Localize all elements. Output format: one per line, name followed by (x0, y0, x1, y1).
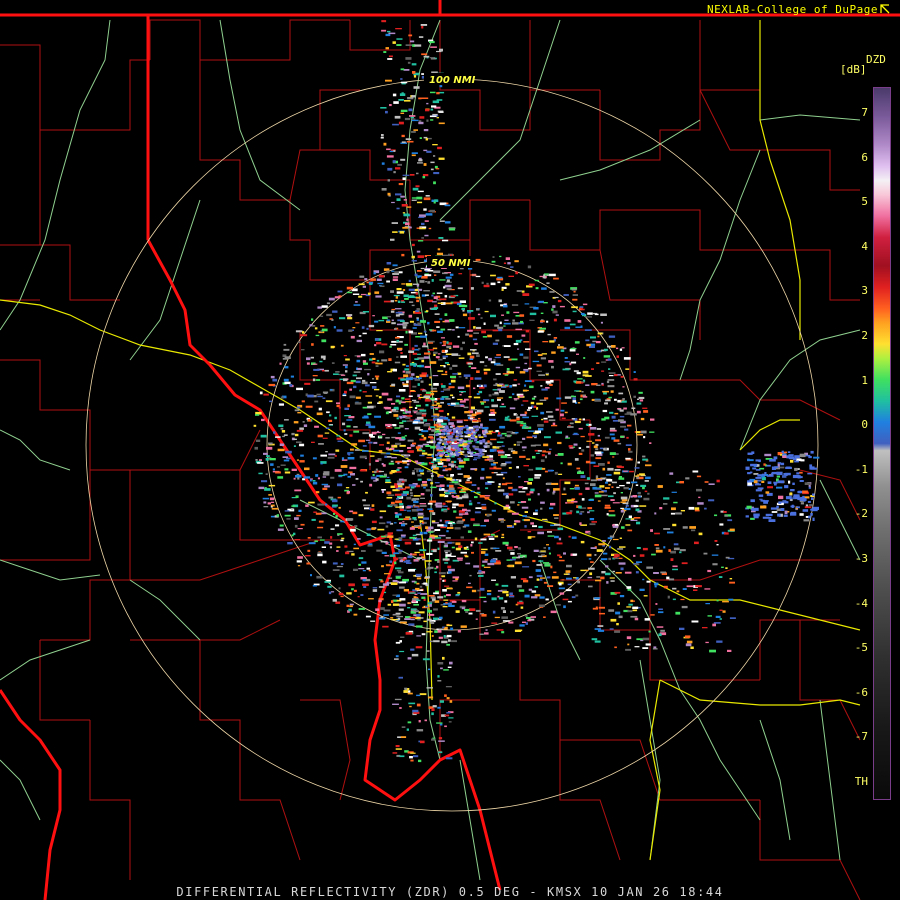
legend-tick-label: -4 (854, 596, 868, 610)
ring-label-50nmi: 50 NMI (431, 258, 471, 269)
color-scale-bar (873, 87, 891, 800)
legend-unit-label: [dB] (840, 63, 867, 76)
radar-map: 100 NMI 50 NMI NEXLAB-College of DuPage … (0, 0, 900, 900)
legend-tick-label: -1 (854, 462, 868, 476)
legend-tick-label: -6 (854, 685, 868, 699)
highway-lines (0, 20, 861, 861)
ring-label-100nmi: 100 NMI (429, 75, 476, 86)
legend-tick-label: 4 (861, 239, 868, 253)
legend-tick-label: -3 (854, 552, 868, 565)
color-scale-gradient (874, 88, 890, 799)
legend-tick-label: 3 (861, 284, 868, 298)
map-canvas: 100 NMI 50 NMI (0, 0, 900, 900)
legend-tick-label: -2 (854, 507, 868, 521)
credit-text: NEXLAB-College of DuPage (707, 3, 878, 16)
legend-tick-label: -5 (854, 641, 868, 655)
legend-tick-label: 1 (861, 373, 868, 387)
legend-tick-label: -7 (854, 730, 868, 744)
legend-tick-label: 7 (861, 106, 868, 119)
credit-banner: NEXLAB-College of DuPage (707, 3, 890, 16)
legend-tick-label: 6 (861, 150, 868, 164)
radar-echoes (253, 20, 820, 763)
river-lines (0, 19, 861, 881)
legend-product-label: DZD (866, 53, 886, 66)
legend-tick-label: 2 (861, 329, 868, 342)
legend-tick-label: 5 (861, 195, 868, 209)
product-caption: DIFFERENTIAL REFLECTIVITY (ZDR) 0.5 DEG … (176, 885, 724, 899)
logo-icon (880, 4, 890, 14)
legend-tick-label: TH (854, 775, 868, 788)
legend-tick-label: 0 (861, 418, 868, 432)
